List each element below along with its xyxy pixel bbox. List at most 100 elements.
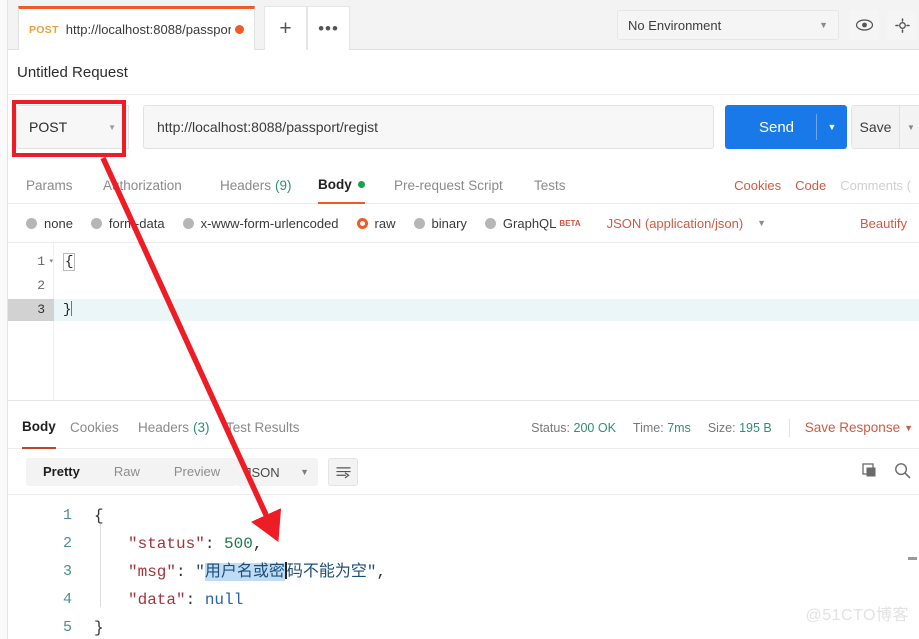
code-text: , [376,563,387,581]
url-value: http://localhost:8088/passport/regist [157,119,379,135]
environment-selector[interactable]: No Environment ▼ [617,10,839,40]
body-type-form-data[interactable]: form-data [90,215,165,231]
radio-selected-icon [356,217,368,229]
time-label: Time: [632,420,664,435]
body-type-none[interactable]: none [26,216,73,231]
tab-body[interactable]: Body [318,166,365,204]
send-button[interactable]: Send ▼ [725,105,847,149]
url-bar: POST ▼ http://localhost:8088/passport/re… [8,96,919,158]
response-format-selector[interactable]: JSON ▼ [236,458,318,486]
tab-url-label: http://localhost:8088/passport... [65,22,231,37]
copy-icon [862,462,876,476]
tab-tests[interactable]: Tests [534,166,566,204]
http-method-label: POST [29,119,68,135]
save-button[interactable]: Save ▼ [851,105,919,149]
http-method-selector[interactable]: POST ▼ [16,105,129,149]
body-type-x-www-form-urlencoded[interactable]: x-www-form-urlencoded [182,216,339,231]
line-number: 2 [37,278,45,293]
unsaved-dot-icon [235,25,244,34]
tab-headers[interactable]: Headers (9) [220,166,292,204]
view-mode-preview[interactable]: Preview [157,458,237,486]
cookies-link[interactable]: Cookies [734,178,781,193]
request-tab[interactable]: POST http://localhost:8088/passport... [18,6,255,50]
line-number: 2 [62,535,72,552]
tab-label: Headers [220,177,272,193]
code-link[interactable]: Code [795,178,826,193]
response-tab-headers[interactable]: Headers (3) [138,406,210,449]
word-wrap-icon [335,466,351,478]
tab-authorization[interactable]: Authorization [103,166,182,204]
comments-link[interactable]: Comments ( [840,178,911,193]
request-tabs: Params Authorization Headers (9) Body Pr… [8,166,919,204]
tab-label: Params [26,177,73,193]
tab-params[interactable]: Params [26,166,73,204]
json-key: "msg" [128,563,177,581]
format-label: JSON [245,464,280,480]
radio-icon [413,217,425,229]
fold-caret-icon[interactable]: ▾ [49,251,53,273]
content-type-label: JSON (application/json) [606,215,744,231]
url-input[interactable]: http://localhost:8088/passport/regist [143,105,714,149]
content-type-selector[interactable]: JSON (application/json) ▼ [607,216,766,231]
chevron-down-icon: ▼ [757,218,767,228]
scrollbar-thumb[interactable] [908,557,917,560]
gear-icon [894,17,910,33]
json-key: "status" [128,535,205,553]
code-text: , [252,535,263,553]
request-body-editor[interactable]: 1 ▾ 2 3 { } [8,243,919,401]
selected-text: 用户名或密 [204,563,285,581]
tab-method-label: POST [29,23,59,36]
more-tabs-button[interactable]: ••• [307,6,350,50]
chevron-down-icon[interactable]: ▼ [904,423,913,433]
left-rail [0,0,8,639]
code-text: : [176,563,196,581]
body-type-binary[interactable]: binary [413,216,467,231]
response-toolbar: Pretty Raw Preview JSON ▼ [8,449,919,494]
view-mode-raw[interactable]: Raw [97,458,157,486]
tab-pre-request-script[interactable]: Pre-request Script [394,166,503,204]
send-options-chevron-icon[interactable]: ▼ [817,122,847,132]
save-label: Save [859,119,892,135]
tab-label: Headers [138,420,190,435]
response-gutter: 1 2 3 4 5 [8,495,94,639]
view-mode-pretty[interactable]: Pretty [26,458,97,486]
save-options-chevron-icon[interactable]: ▼ [900,123,919,132]
line-number: 1 ▾ [8,251,54,273]
beta-badge: BETA [559,218,581,228]
body-type-label: form-data [108,215,165,231]
response-tab-test-results[interactable]: Test Results [226,406,300,449]
settings-button[interactable] [887,10,917,40]
save-response-button[interactable]: Save Response [805,420,900,435]
line-number: 3 [62,563,72,580]
response-tab-cookies[interactable]: Cookies [70,406,119,449]
word-wrap-button[interactable] [328,458,358,486]
body-type-graphql[interactable]: GraphQL BETA [484,216,581,231]
environment-quick-look-button[interactable] [849,10,879,40]
copy-button[interactable] [862,462,878,482]
radio-icon [26,217,37,229]
meta-divider [788,418,790,437]
response-body-viewer[interactable]: 1 2 3 4 5 { "status": 500, "msg": "用户名或密… [8,494,919,639]
size-value: 195 B [739,420,772,435]
time-value: 7ms [667,420,691,435]
radio-icon [484,217,496,229]
body-type-raw[interactable]: raw [356,216,396,231]
response-tab-body[interactable]: Body [22,406,56,449]
tab-label: Cookies [70,420,119,435]
line-number: 4 [62,591,72,608]
response-meta: Status: 200 OK Time: 7ms Size: 195 B Sav… [531,406,919,449]
radio-icon [182,217,194,229]
code-text: { [63,253,76,271]
beautify-button[interactable]: Beautify [860,216,907,231]
search-button[interactable] [894,462,911,482]
line-number: 1 [62,507,72,524]
chevron-down-icon: ▼ [108,122,116,132]
request-code-line: { [54,251,919,273]
size-group: Size: 195 B [708,421,772,435]
json-number-value: 500 [224,535,253,553]
body-type-row: none form-data x-www-form-urlencoded raw… [8,204,919,243]
new-tab-button[interactable]: + [264,6,307,50]
code-text: : [204,535,225,553]
send-label: Send [758,118,795,136]
response-view-mode-group: Pretty Raw Preview [26,458,238,486]
